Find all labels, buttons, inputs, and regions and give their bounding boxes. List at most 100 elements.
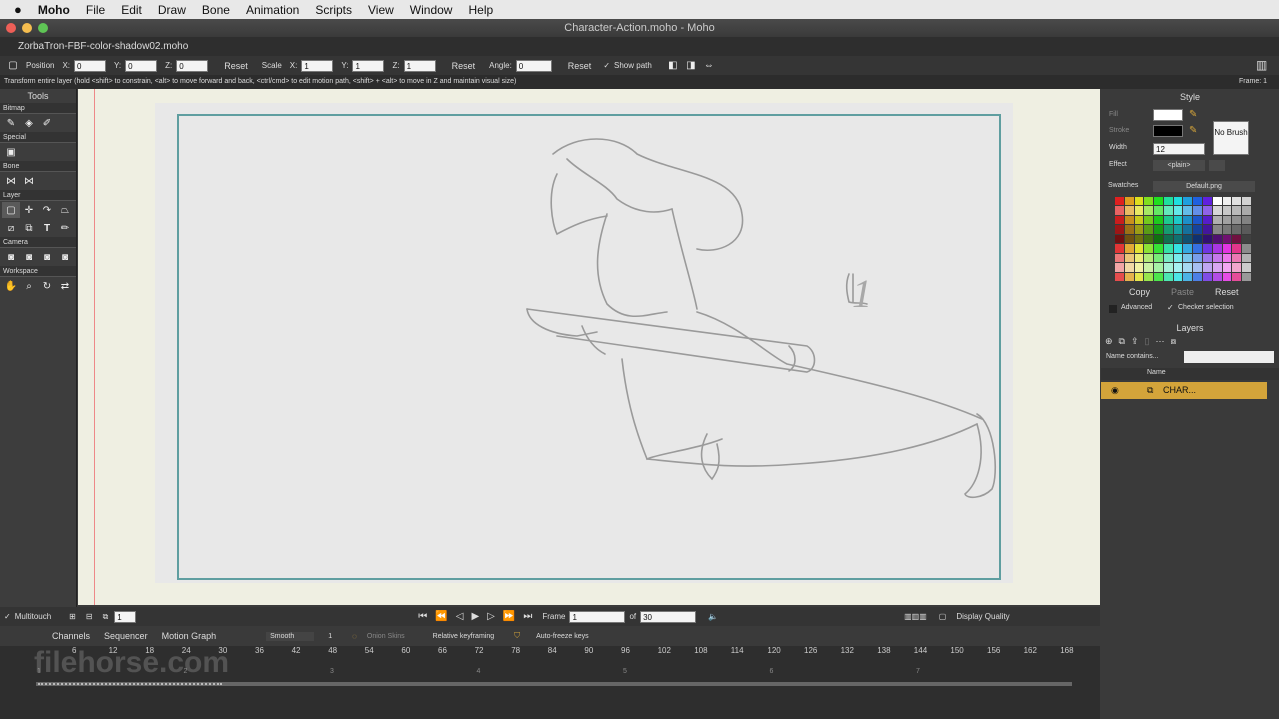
swatch-cell[interactable]: [1173, 253, 1183, 263]
fill-tool-icon[interactable]: ◈: [20, 115, 38, 131]
reset-scale-button[interactable]: Reset: [452, 61, 476, 71]
view-layout-icon[interactable]: ▥▥▥: [904, 612, 927, 621]
swatch-cell[interactable]: [1242, 234, 1251, 244]
swatch-cell[interactable]: [1124, 244, 1134, 253]
layer-settings-icon[interactable]: ⧇: [1170, 336, 1176, 347]
swatch-cell[interactable]: [1154, 272, 1163, 281]
swatch-cell[interactable]: [1154, 244, 1163, 253]
reset-position-button[interactable]: Reset: [224, 61, 248, 71]
import-layer-icon[interactable]: ⇪: [1131, 336, 1139, 347]
swatch-cell[interactable]: [1115, 225, 1124, 234]
swatch-cell[interactable]: [1154, 234, 1163, 244]
swatch-cell[interactable]: [1173, 197, 1183, 206]
add-keyframe-icon[interactable]: ⊞: [69, 612, 76, 621]
swatch-cell[interactable]: [1173, 244, 1183, 253]
advanced-checkbox[interactable]: [1109, 305, 1117, 313]
menu-help[interactable]: Help: [468, 3, 493, 17]
swatch-cell[interactable]: [1193, 244, 1203, 253]
onion-skins-dropdown[interactable]: Onion Skins: [367, 633, 405, 640]
swatch-cell[interactable]: [1203, 215, 1212, 225]
menu-bone[interactable]: Bone: [202, 3, 230, 17]
menu-draw[interactable]: Draw: [158, 3, 186, 17]
interpolation-number[interactable]: 1: [328, 633, 332, 640]
swatch-cell[interactable]: [1134, 206, 1144, 215]
particle-layer-icon[interactable]: ⧉: [20, 220, 38, 236]
copy-keyframe-icon[interactable]: ⧉: [103, 612, 109, 622]
swatches-dropdown[interactable]: Default.png: [1153, 181, 1255, 192]
swatch-cell[interactable]: [1163, 225, 1173, 234]
swatch-cell[interactable]: [1222, 206, 1232, 215]
swatch-cell[interactable]: [1183, 234, 1193, 244]
swatch-cell[interactable]: [1134, 263, 1144, 272]
swatch-cell[interactable]: [1242, 272, 1251, 281]
swatch-cell[interactable]: [1232, 225, 1242, 234]
swatch-cell[interactable]: [1203, 206, 1212, 215]
swatch-cell[interactable]: [1232, 272, 1242, 281]
onion-skin-icon[interactable]: ◌: [352, 632, 357, 641]
position-z-field[interactable]: 0: [176, 59, 209, 72]
swatch-cell[interactable]: [1144, 272, 1154, 281]
layer-filter-input[interactable]: [1184, 351, 1274, 363]
swatch-cell[interactable]: [1183, 215, 1193, 225]
swatch-cell[interactable]: [1242, 244, 1251, 253]
swatch-cell[interactable]: [1115, 206, 1124, 215]
duplicate-layer-icon[interactable]: ⧉: [1119, 336, 1125, 347]
swatch-cell[interactable]: [1242, 197, 1251, 206]
swatch-cell[interactable]: [1222, 263, 1232, 272]
zoom-tool-icon[interactable]: ⌕: [20, 278, 38, 294]
roll-camera-icon[interactable]: ◙: [38, 249, 56, 265]
close-window-button[interactable]: [6, 23, 16, 33]
interpolation-dropdown[interactable]: Smooth: [266, 631, 315, 641]
swatch-cell[interactable]: [1134, 272, 1144, 281]
swatch-cell[interactable]: [1232, 234, 1242, 244]
first-frame-button[interactable]: ⏪: [435, 611, 447, 622]
swatch-cell[interactable]: [1173, 206, 1183, 215]
swatch-cell[interactable]: [1193, 253, 1203, 263]
swatch-cell[interactable]: [1222, 197, 1232, 206]
panel-toggle-icon[interactable]: ▥: [1256, 58, 1267, 72]
frame-field[interactable]: 1: [569, 610, 626, 623]
swatch-cell[interactable]: [1163, 253, 1173, 263]
swatch-cell[interactable]: [1193, 225, 1203, 234]
swatch-cell[interactable]: [1163, 215, 1173, 225]
swatch-cell[interactable]: [1144, 215, 1154, 225]
reset-style-button[interactable]: Reset: [1215, 287, 1239, 297]
prev-frame-button[interactable]: ◁: [456, 611, 464, 622]
layer-menu-icon[interactable]: ⋯: [1155, 336, 1164, 347]
display-quality-checkbox[interactable]: ▢: [939, 612, 947, 621]
menu-file[interactable]: File: [86, 3, 105, 17]
swatch-cell[interactable]: [1232, 253, 1242, 263]
swatch-cell[interactable]: [1144, 253, 1154, 263]
swatch-cell[interactable]: [1242, 263, 1251, 272]
swatch-cell[interactable]: [1212, 206, 1222, 215]
swatch-cell[interactable]: [1173, 215, 1183, 225]
swatch-cell[interactable]: [1222, 272, 1232, 281]
swatch-cell[interactable]: [1163, 197, 1173, 206]
swatch-cell[interactable]: [1183, 206, 1193, 215]
swatch-cell[interactable]: [1173, 234, 1183, 244]
orbit-workspace-icon[interactable]: ⇄: [56, 278, 74, 294]
select-bone-icon[interactable]: ⋈: [2, 173, 20, 189]
shear-layer-icon[interactable]: ⏢: [56, 202, 74, 218]
fill-eyedropper-icon[interactable]: ✎: [1189, 109, 1197, 120]
play-button[interactable]: ▶: [471, 611, 479, 622]
paste-style-button[interactable]: Paste: [1171, 287, 1194, 297]
multitouch-checkbox[interactable]: ✓: [4, 612, 11, 621]
swatch-cell[interactable]: [1183, 225, 1193, 234]
swatch-cell[interactable]: [1203, 234, 1212, 244]
swatch-cell[interactable]: [1144, 244, 1154, 253]
swatch-cell[interactable]: [1193, 215, 1203, 225]
swatch-cell[interactable]: [1183, 263, 1193, 272]
swatch-cell[interactable]: [1212, 225, 1222, 234]
swatch-cell[interactable]: [1193, 234, 1203, 244]
swatch-cell[interactable]: [1144, 197, 1154, 206]
swatch-cell[interactable]: [1183, 272, 1193, 281]
swatch-cell[interactable]: [1144, 234, 1154, 244]
swatch-cell[interactable]: [1154, 215, 1163, 225]
swatch-cell[interactable]: [1124, 263, 1134, 272]
swatch-cell[interactable]: [1144, 206, 1154, 215]
swatch-cell[interactable]: [1154, 253, 1163, 263]
fill-color-swatch[interactable]: [1153, 109, 1183, 121]
flip-horizontal-icon[interactable]: ◧: [664, 58, 682, 74]
next-frame-button[interactable]: ▷: [487, 611, 495, 622]
